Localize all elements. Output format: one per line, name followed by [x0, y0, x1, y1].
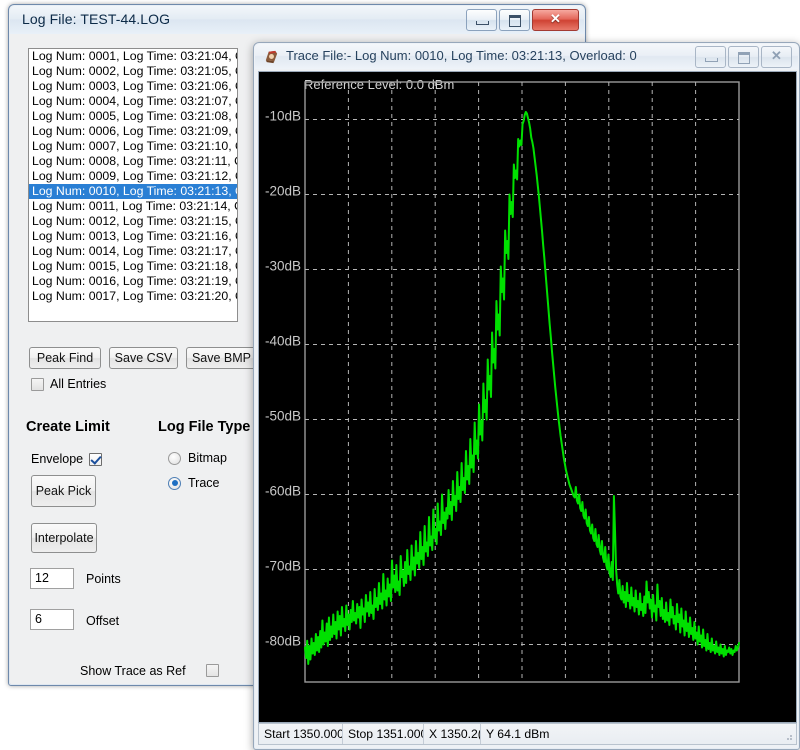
- interpolate-button[interactable]: Interpolate: [31, 523, 97, 553]
- resize-grip-icon[interactable]: [783, 731, 793, 741]
- show-trace-as-ref-label: Show Trace as Ref: [80, 664, 186, 678]
- status-start: Start 1350.000: [259, 724, 343, 744]
- status-marker-x: X 1350.2(: [424, 724, 481, 744]
- log-window-controls: ✕: [466, 9, 579, 31]
- list-item[interactable]: Log Num: 0013, Log Time: 03:21:16, Ove: [29, 229, 237, 244]
- maximize-icon: [509, 15, 521, 27]
- log-entry-listbox[interactable]: Log Num: 0001, Log Time: 03:21:04, OveLo…: [28, 48, 238, 322]
- bitmap-label: Bitmap: [188, 451, 227, 465]
- list-item[interactable]: Log Num: 0016, Log Time: 03:21:19, Ove: [29, 274, 237, 289]
- status-stop: Stop 1351.000: [343, 724, 424, 744]
- maximize-icon: [738, 52, 750, 64]
- trace-file-window: Trace File:- Log Num: 0010, Log Time: 03…: [253, 42, 800, 750]
- minimize-icon: [476, 21, 489, 25]
- y-axis-tick-label: -60dB: [265, 484, 301, 499]
- list-item[interactable]: Log Num: 0004, Log Time: 03:21:07, Ove: [29, 94, 237, 109]
- close-icon: ✕: [533, 10, 578, 30]
- y-axis-tick-label: -40dB: [265, 334, 301, 349]
- y-axis-tick-label: -30dB: [265, 259, 301, 274]
- create-limit-heading: Create Limit: [26, 419, 110, 435]
- list-item[interactable]: Log Num: 0005, Log Time: 03:21:08, Ove: [29, 109, 237, 124]
- envelope-checkbox[interactable]: Envelope: [31, 452, 102, 466]
- log-file-type-heading: Log File Type: [158, 419, 250, 435]
- bitmap-radio-button[interactable]: [168, 452, 181, 465]
- app-root: Log File: TEST-44.LOG ✕ Log Num: 0001, L…: [0, 0, 800, 750]
- minimize-icon: [705, 58, 718, 62]
- maximize-button[interactable]: [499, 9, 530, 31]
- list-item[interactable]: Log Num: 0014, Log Time: 03:21:17, Ove: [29, 244, 237, 259]
- trace-window-controls: ✕: [695, 46, 792, 68]
- list-item[interactable]: Log Num: 0009, Log Time: 03:21:12, Ove: [29, 169, 237, 184]
- list-item[interactable]: Log Num: 0008, Log Time: 03:21:11, Ove: [29, 154, 237, 169]
- points-input[interactable]: 12: [30, 568, 74, 589]
- minimize-button[interactable]: [695, 46, 726, 68]
- close-icon: ✕: [762, 47, 791, 67]
- save-bmp-button[interactable]: Save BMP: [186, 347, 257, 369]
- y-axis-tick-label: -70dB: [265, 559, 301, 574]
- save-csv-button[interactable]: Save CSV: [109, 347, 178, 369]
- peak-pick-button[interactable]: Peak Pick: [31, 475, 96, 507]
- y-axis-tick-label: -80dB: [265, 634, 301, 649]
- list-item[interactable]: Log Num: 0007, Log Time: 03:21:10, Ove: [29, 139, 237, 154]
- list-item[interactable]: Log Num: 0001, Log Time: 03:21:04, Ove: [29, 49, 237, 64]
- close-button[interactable]: ✕: [532, 9, 579, 31]
- envelope-checkbox-box[interactable]: [89, 453, 102, 466]
- minimize-button[interactable]: [466, 9, 497, 31]
- close-button[interactable]: ✕: [761, 46, 792, 68]
- envelope-label: Envelope: [31, 452, 83, 466]
- y-axis-tick-label: -20dB: [265, 184, 301, 199]
- trace-window-titlebar[interactable]: Trace File:- Log Num: 0010, Log Time: 03…: [255, 44, 798, 70]
- log-file-type-option-trace[interactable]: Trace: [168, 476, 220, 490]
- y-axis-tick-label: -10dB: [265, 109, 301, 124]
- trace-window-title: Trace File:- Log Num: 0010, Log Time: 03…: [286, 48, 637, 63]
- status-marker-y: Y 64.1 dBm: [481, 724, 796, 744]
- list-item[interactable]: Log Num: 0012, Log Time: 03:21:15, Ove: [29, 214, 237, 229]
- list-item[interactable]: Log Num: 0010, Log Time: 03:21:13, Ove: [29, 184, 237, 199]
- list-item[interactable]: Log Num: 0017, Log Time: 03:21:20, Ove: [29, 289, 237, 304]
- list-item[interactable]: Log Num: 0015, Log Time: 03:21:18, Ove: [29, 259, 237, 274]
- log-window-titlebar[interactable]: Log File: TEST-44.LOG ✕: [10, 6, 584, 35]
- all-entries-checkbox[interactable]: All Entries: [31, 377, 106, 391]
- trace-statusbar: Start 1350.000 Stop 1351.000 X 1350.2( Y…: [258, 723, 797, 745]
- list-item[interactable]: Log Num: 0003, Log Time: 03:21:06, Ove: [29, 79, 237, 94]
- log-file-type-option-bitmap[interactable]: Bitmap: [168, 451, 227, 465]
- offset-input[interactable]: 6: [30, 609, 74, 630]
- y-axis-tick-label: -50dB: [265, 409, 301, 424]
- trace-radio-button[interactable]: [168, 477, 181, 490]
- spectrum-plot-svg: -10dB -20dB -30dB -40dB -50dB -60dB -70dB -80dB: [259, 72, 796, 722]
- all-entries-checkbox-box[interactable]: [31, 378, 44, 391]
- list-item[interactable]: Log Num: 0006, Log Time: 03:21:09, Ove: [29, 124, 237, 139]
- list-item[interactable]: Log Num: 0002, Log Time: 03:21:05, Ove: [29, 64, 237, 79]
- app-icon: [263, 48, 280, 65]
- trace-window-client: Reference Level: 0.0 dBm -10dB-20dB-30dB…: [255, 69, 798, 748]
- maximize-button[interactable]: [728, 46, 759, 68]
- show-trace-as-ref-checkbox[interactable]: [206, 664, 219, 677]
- all-entries-label: All Entries: [50, 377, 106, 391]
- peak-find-button[interactable]: Peak Find: [29, 347, 101, 369]
- trace-label: Trace: [188, 476, 220, 490]
- list-item[interactable]: Log Num: 0011, Log Time: 03:21:14, Ove: [29, 199, 237, 214]
- points-label: Points: [86, 572, 121, 586]
- offset-label: Offset: [86, 614, 119, 628]
- spectrum-plot-panel[interactable]: Reference Level: 0.0 dBm -10dB-20dB-30dB…: [258, 71, 797, 723]
- log-entry-rows: Log Num: 0001, Log Time: 03:21:04, OveLo…: [29, 49, 237, 304]
- log-window-title: Log File: TEST-44.LOG: [22, 11, 170, 27]
